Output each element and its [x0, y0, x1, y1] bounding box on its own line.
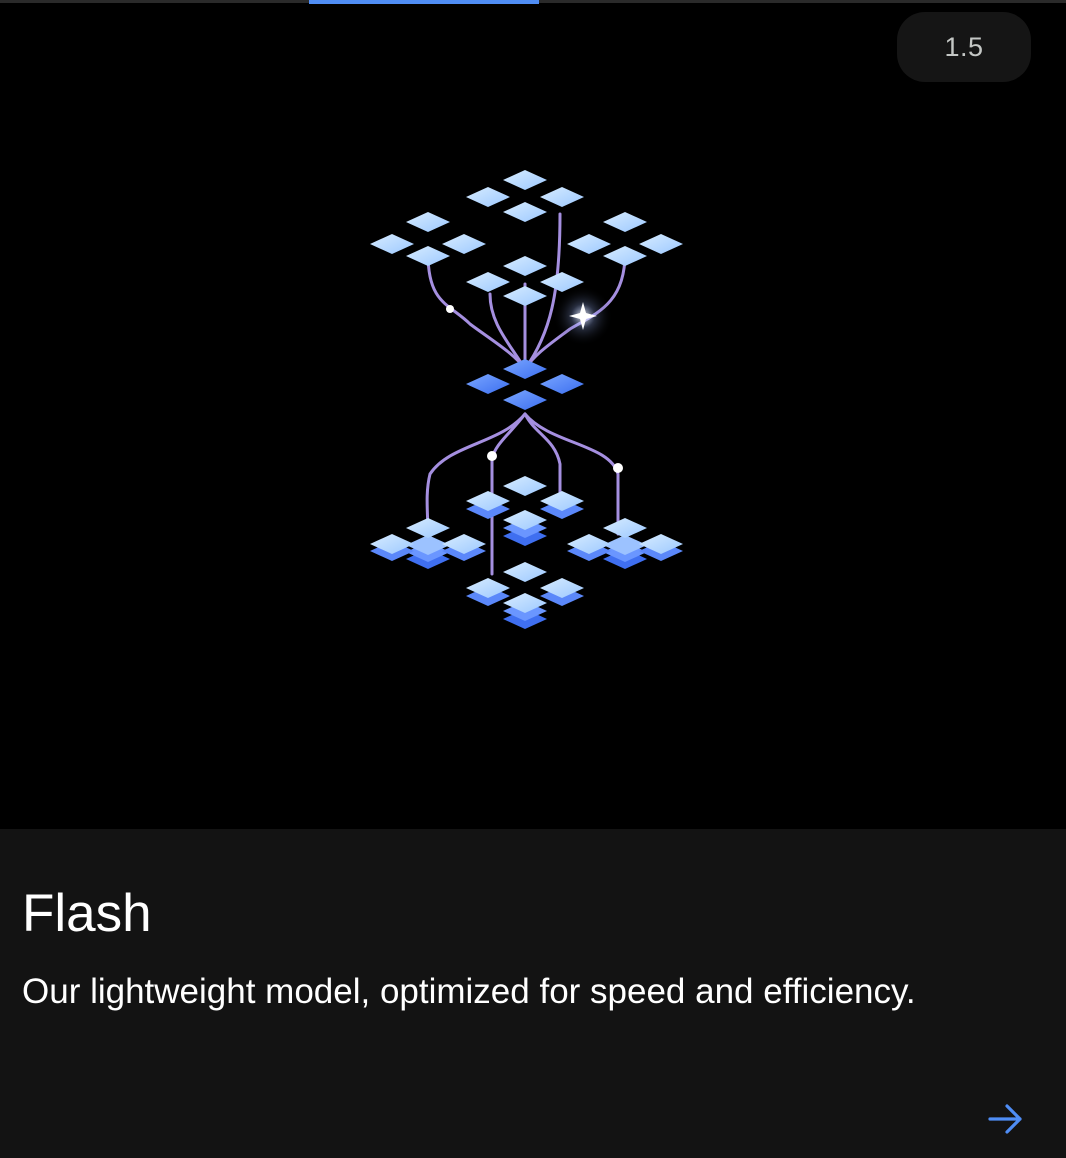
model-title: Flash — [22, 884, 152, 943]
arrow-right-icon — [988, 1104, 1022, 1134]
model-description: Our lightweight model, optimized for spe… — [22, 972, 916, 1011]
model-info-panel: Flash Our lightweight model, optimized f… — [0, 829, 1066, 1158]
model-network-illustration — [370, 170, 683, 629]
next-button[interactable] — [978, 1091, 1034, 1147]
model-hero: 1.5 — [0, 4, 1066, 829]
version-badge[interactable]: 1.5 — [897, 12, 1031, 82]
